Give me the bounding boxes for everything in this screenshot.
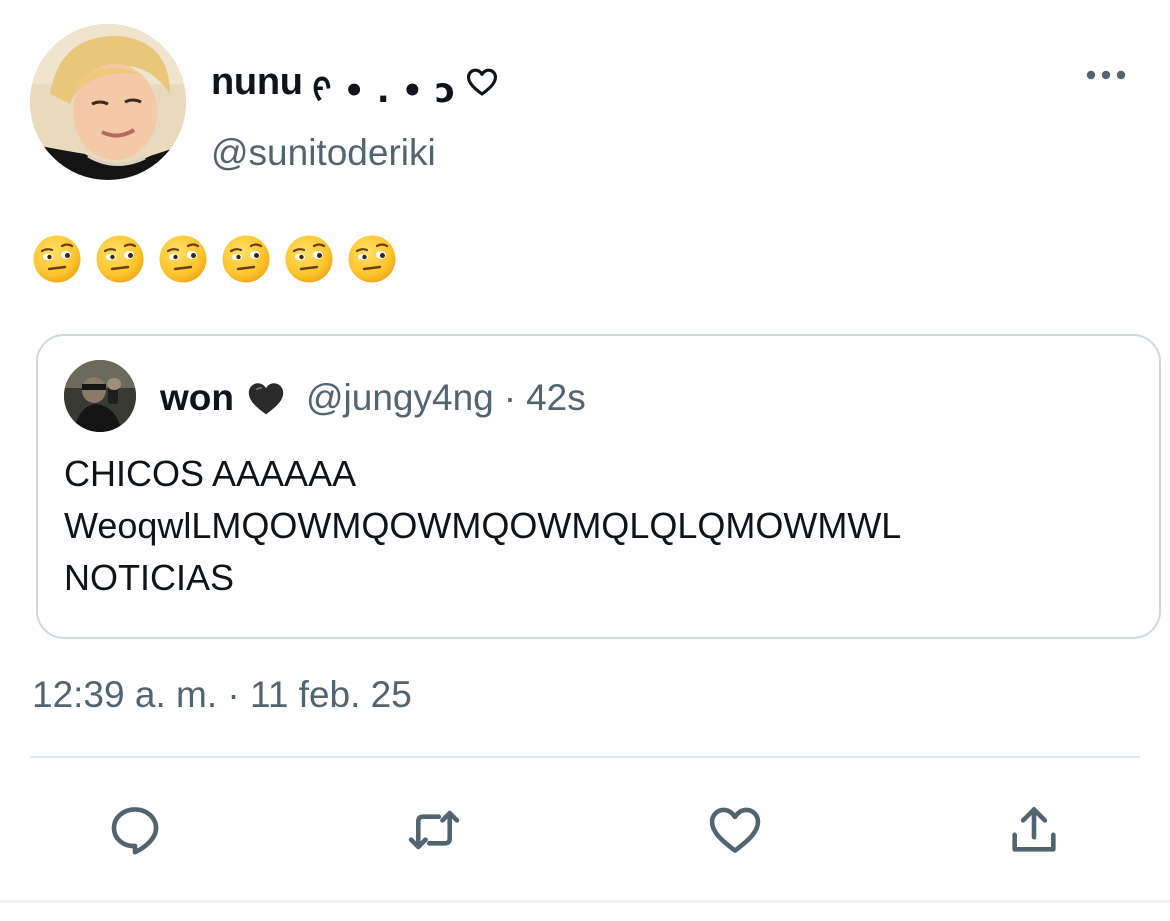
heart-outline-icon xyxy=(709,807,761,853)
raised-eyebrow-emoji xyxy=(33,235,81,283)
tweet-timestamp[interactable]: 12:39 a. m. · 11 feb. 25 xyxy=(32,674,412,716)
quoted-author-name: won xyxy=(160,377,234,418)
author-avatar[interactable] xyxy=(30,24,186,180)
retweet-icon xyxy=(408,810,460,850)
quoted-tweet-header: won @jungy4ng · 42s xyxy=(160,376,586,420)
action-bar xyxy=(0,800,1170,860)
display-name-row[interactable]: nunu ᠻ • . • ɔ xyxy=(211,56,499,111)
display-name-decoration: ᠻ • . • ɔ xyxy=(312,71,456,111)
raised-eyebrow-emoji xyxy=(96,235,144,283)
quoted-tweet-card[interactable]: won @jungy4ng · 42s CHICOS AAAAAA Weoqwl… xyxy=(36,334,1161,639)
more-options-button[interactable] xyxy=(1084,58,1128,92)
quoted-text-line: CHICOS AAAAAA xyxy=(64,453,357,494)
share-icon xyxy=(1012,807,1056,852)
raised-eyebrow-emoji xyxy=(348,235,396,283)
avatar-image xyxy=(30,24,186,180)
share-button[interactable] xyxy=(1004,800,1064,860)
speech-bubble-icon xyxy=(111,807,159,855)
bottom-divider xyxy=(0,900,1170,903)
username[interactable]: @sunitoderiki xyxy=(211,132,436,174)
quoted-text-line: NOTICIAS xyxy=(64,557,235,598)
raised-eyebrow-emoji xyxy=(159,235,207,283)
separator-dot: · xyxy=(503,377,517,418)
display-name[interactable]: nunu xyxy=(211,61,303,104)
quoted-author-handle: @jungy4ng xyxy=(305,377,494,418)
black-heart-icon xyxy=(248,383,284,415)
quoted-author-avatar xyxy=(64,360,136,432)
ellipsis-icon xyxy=(1086,70,1126,80)
divider xyxy=(30,756,1140,758)
raised-eyebrow-emoji xyxy=(222,235,270,283)
tweet-body xyxy=(32,234,397,288)
raised-eyebrow-emoji xyxy=(285,235,333,283)
quoted-text-line: WeoqwlLMQOWMQOWMQOWMQLQLQMOWMWL xyxy=(64,505,902,546)
quoted-avatar-image xyxy=(64,360,136,432)
reply-button[interactable] xyxy=(105,800,165,860)
quoted-tweet-time: 42s xyxy=(526,377,586,418)
quoted-tweet-text: CHICOS AAAAAA WeoqwlLMQOWMQOWMQOWMQLQLQM… xyxy=(64,448,1144,604)
heart-outline-icon xyxy=(467,68,498,96)
like-button[interactable] xyxy=(705,800,765,860)
retweet-button[interactable] xyxy=(404,800,464,860)
